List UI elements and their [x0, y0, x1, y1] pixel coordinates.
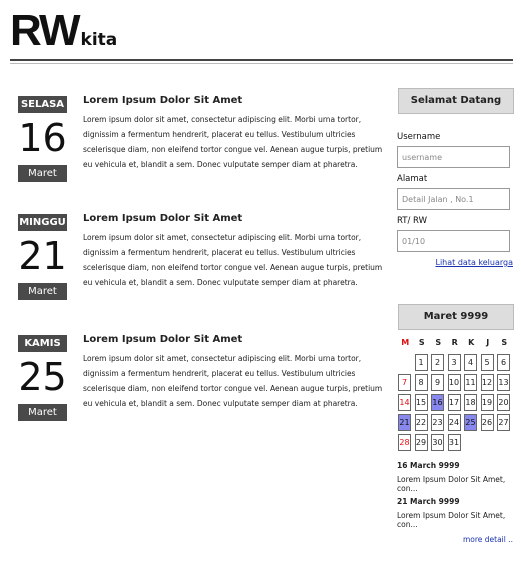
post-month: Maret — [18, 404, 67, 421]
calendar-weekday: R — [451, 338, 458, 347]
calendar-weekday: K — [468, 338, 475, 347]
calendar-day[interactable]: 7 — [398, 374, 411, 391]
event-item: 21 March 9999 Lorem Ipsum Dolor Sit Amet… — [397, 497, 513, 529]
post-day: KAMIS — [18, 335, 67, 352]
calendar-day[interactable]: 27 — [497, 414, 510, 431]
event-date: 16 March 9999 — [397, 461, 460, 470]
event-text[interactable]: Lorem Ipsum Dolor Sit Amet, con... — [397, 475, 513, 493]
calendar-grid: 1 2 3 4 5 6 7 8 9 10 11 12 13 14 15 16 17 18 19 20 21 22 23 24 2… — [397, 353, 513, 453]
post-date-number: 21 — [18, 234, 67, 278]
calendar-day[interactable]: 28 — [398, 434, 411, 451]
post-body: Lorem ipsum dolor sit amet, consectetur … — [83, 354, 383, 408]
event-date: 21 March 9999 — [397, 497, 460, 506]
alamat-input[interactable]: Detail Jalan , No.1 — [397, 188, 510, 210]
calendar-weekday: S — [501, 338, 508, 347]
calendar-day[interactable]: 3 — [447, 354, 461, 371]
username-input[interactable]: username — [397, 146, 510, 168]
calendar-empty-cell — [398, 354, 411, 371]
rtrw-label: RT/ RW — [397, 216, 428, 226]
calendar-weekday: S — [418, 338, 425, 347]
calendar-day[interactable]: 19 — [480, 394, 494, 411]
calendar-day[interactable]: 16 — [431, 394, 444, 411]
event-item: 16 March 9999 Lorem Ipsum Dolor Sit Amet… — [397, 461, 513, 493]
calendar-day[interactable]: 9 — [431, 374, 444, 391]
calendar-day[interactable]: 12 — [480, 374, 494, 391]
calendar-weekday: M — [401, 338, 410, 347]
calendar-weekdays: MSSRKJS — [397, 338, 513, 347]
family-data-link[interactable]: Lihat data keluarga — [397, 258, 514, 267]
calendar-day[interactable]: 22 — [414, 414, 428, 431]
post-title[interactable]: Lorem Ipsum Dolor Sit Amet — [83, 213, 242, 224]
calendar-weekday: S — [435, 338, 442, 347]
post-date-badge: KAMIS 25 Maret — [18, 335, 67, 421]
calendar-day[interactable]: 17 — [447, 394, 461, 411]
calendar-day[interactable]: 14 — [398, 394, 411, 411]
calendar-empty-cell — [481, 434, 494, 451]
calendar-day[interactable]: 1 — [414, 354, 428, 371]
site-logo[interactable]: RW kita — [10, 6, 117, 56]
calendar-weekday: J — [486, 338, 490, 347]
calendar-day[interactable]: 5 — [480, 354, 494, 371]
alamat-label: Alamat — [397, 174, 428, 184]
username-label: Username — [397, 132, 441, 142]
header-divider-thin — [10, 63, 513, 64]
calendar-day[interactable]: 24 — [447, 414, 461, 431]
calendar-day[interactable]: 20 — [497, 394, 510, 411]
calendar-title: Maret 9999 — [398, 304, 514, 330]
calendar-day[interactable]: 25 — [464, 414, 477, 431]
calendar-day[interactable]: 26 — [480, 414, 494, 431]
calendar-day[interactable]: 30 — [431, 434, 444, 451]
header-divider — [10, 59, 513, 61]
calendar-day[interactable]: 11 — [464, 374, 477, 391]
calendar-day[interactable]: 4 — [464, 354, 477, 371]
more-detail-link[interactable]: more detail .. — [397, 535, 513, 544]
post-month: Maret — [18, 165, 67, 182]
event-text[interactable]: Lorem Ipsum Dolor Sit Amet, con... — [397, 511, 513, 529]
welcome-title: Selamat Datang — [398, 88, 514, 114]
post-date-badge: SELASA 16 Maret — [18, 96, 67, 182]
calendar-day[interactable]: 15 — [414, 394, 428, 411]
calendar-empty-cell — [497, 434, 510, 451]
rtrw-input[interactable]: 01/10 — [397, 230, 510, 252]
post-day: SELASA — [18, 96, 67, 113]
calendar-day[interactable]: 31 — [447, 434, 461, 451]
post-date-badge: MINGGU 21 Maret — [18, 214, 67, 300]
post-month: Maret — [18, 283, 67, 300]
post-body: Lorem ipsum dolor sit amet, consectetur … — [83, 233, 383, 287]
welcome-panel: Selamat Datang Username username Alamat … — [397, 88, 514, 267]
post-date-number: 16 — [18, 116, 67, 160]
calendar-day[interactable]: 6 — [497, 354, 510, 371]
calendar-panel: Maret 9999 MSSRKJS 1 2 3 4 5 6 7 8 9 10 11 12 13 14 15… — [397, 304, 514, 544]
calendar-day[interactable]: 2 — [431, 354, 444, 371]
calendar-day[interactable]: 10 — [447, 374, 461, 391]
post-date-number: 25 — [18, 355, 67, 399]
post-title[interactable]: Lorem Ipsum Dolor Sit Amet — [83, 95, 242, 106]
logo-main-text: RW — [10, 6, 81, 55]
post-day: MINGGU — [18, 214, 67, 231]
calendar-day[interactable]: 13 — [497, 374, 510, 391]
post-title[interactable]: Lorem Ipsum Dolor Sit Amet — [83, 334, 242, 345]
calendar-day[interactable]: 29 — [414, 434, 428, 451]
post-body: Lorem ipsum dolor sit amet, consectetur … — [83, 115, 383, 169]
calendar-day[interactable]: 18 — [464, 394, 477, 411]
logo-sub-text: kita — [80, 30, 118, 50]
calendar-day[interactable]: 21 — [398, 414, 411, 431]
calendar-day[interactable]: 8 — [414, 374, 428, 391]
calendar-day[interactable]: 23 — [431, 414, 444, 431]
calendar-empty-cell — [464, 434, 477, 451]
